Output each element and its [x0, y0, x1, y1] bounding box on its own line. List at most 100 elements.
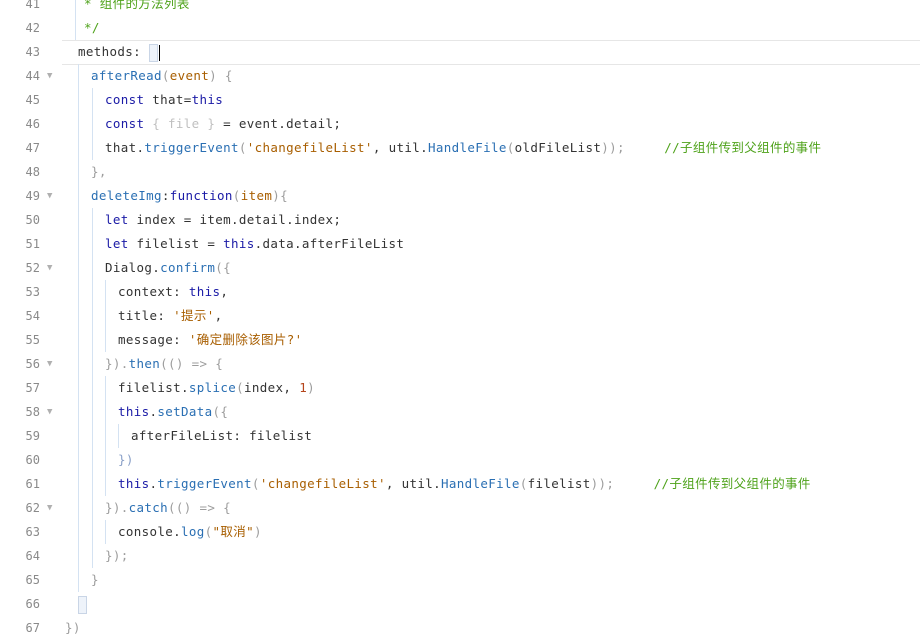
code-text[interactable]: afterFileList: filelist: [131, 424, 312, 448]
code-text[interactable]: that.triggerEvent('changefileList', util…: [105, 136, 821, 160]
code-token: (() => {: [160, 356, 224, 371]
fold-toggle-icon[interactable]: ▼: [47, 64, 59, 88]
code-token: */: [84, 20, 100, 35]
code-line-65[interactable]: 65}: [0, 568, 920, 592]
code-line-46[interactable]: 46 const { file } = event.detail;: [0, 112, 920, 136]
indent-guide: [78, 496, 79, 520]
code-token: ({: [215, 260, 232, 275]
code-line-66[interactable]: 66: [0, 592, 920, 616]
indent-guide: [92, 280, 93, 304]
indent-guide: [78, 424, 79, 448]
code-line-44[interactable]: 44 ▼ afterRead(event) {: [0, 64, 920, 88]
code-token: this: [223, 236, 255, 251]
code-line-59[interactable]: 59 afterFileList: filelist: [0, 424, 920, 448]
fold-toggle-icon[interactable]: ▼: [47, 400, 59, 424]
code-line-64[interactable]: 64});: [0, 544, 920, 568]
code-line-62[interactable]: 62 ▼}).catch(() => {: [0, 496, 920, 520]
code-text[interactable]: }).then(() => {: [105, 352, 223, 376]
code-token: }).: [105, 500, 129, 515]
code-text[interactable]: }): [65, 616, 81, 640]
code-text[interactable]: Dialog.confirm({: [105, 256, 231, 280]
code-line-56[interactable]: 56 ▼}).then(() => {: [0, 352, 920, 376]
code-line-41[interactable]: 41 * 组件的方法列表: [0, 0, 920, 16]
code-line-48[interactable]: 48},: [0, 160, 920, 184]
indent-guide: [78, 184, 79, 208]
code-text[interactable]: context: this,: [118, 280, 228, 304]
fold-toggle-icon[interactable]: ▼: [47, 352, 59, 376]
code-text[interactable]: methods:: [78, 40, 160, 64]
code-text[interactable]: }).catch(() => {: [105, 496, 231, 520]
code-text[interactable]: }): [118, 448, 134, 472]
code-text[interactable]: const that=this: [105, 88, 223, 112]
code-token: const: [105, 116, 153, 131]
indent-guide: [105, 400, 106, 424]
code-line-42[interactable]: 42 */: [0, 16, 920, 40]
fold-toggle-icon[interactable]: ▼: [47, 184, 59, 208]
code-text[interactable]: afterRead(event) {: [91, 64, 233, 88]
code-editor[interactable]: 41 * 组件的方法列表 42 */43 methods: 44 ▼ afterRead(e…: [0, 0, 920, 644]
line-number: 45: [25, 93, 40, 107]
code-line-43[interactable]: 43 methods:: [0, 40, 920, 65]
indent-guide: [92, 400, 93, 424]
fold-toggle-icon[interactable]: ▼: [47, 256, 59, 280]
code-text[interactable]: const { file } = event.detail;: [105, 112, 341, 136]
indent-guide: [78, 280, 79, 304]
code-token: * 组件的方法列表: [84, 0, 190, 11]
code-token: this: [118, 476, 150, 491]
code-line-53[interactable]: 53 context: this,: [0, 280, 920, 304]
indent-guide: [105, 472, 106, 496]
line-number: 56: [25, 357, 40, 371]
code-token: triggerEvent: [157, 476, 252, 491]
code-token: event: [169, 68, 210, 83]
code-text[interactable]: [78, 592, 87, 616]
indent-guide: [78, 376, 79, 400]
code-token: (() => {: [168, 500, 232, 515]
code-line-60[interactable]: 60}): [0, 448, 920, 472]
code-text[interactable]: console.log("取消"): [118, 520, 262, 544]
code-line-45[interactable]: 45 const that=this: [0, 88, 920, 112]
code-token: title:: [118, 308, 174, 323]
code-line-52[interactable]: 52 ▼ Dialog.confirm({: [0, 256, 920, 280]
code-line-47[interactable]: 47 that.triggerEvent('changefileList', ut…: [0, 136, 920, 160]
code-line-55[interactable]: 55 message: '确定删除该图片?': [0, 328, 920, 352]
code-line-54[interactable]: 54 title: '提示',: [0, 304, 920, 328]
code-text[interactable]: title: '提示',: [118, 304, 222, 328]
code-line-51[interactable]: 51 let filelist = this.data.afterFileList: [0, 232, 920, 256]
code-text[interactable]: */: [84, 16, 100, 40]
code-text[interactable]: * 组件的方法列表: [84, 0, 190, 16]
indent-guide: [105, 376, 106, 400]
code-text[interactable]: }: [91, 568, 99, 592]
code-token: }).: [105, 356, 129, 371]
code-text[interactable]: let index = item.detail.index;: [105, 208, 341, 232]
code-line-57[interactable]: 57 filelist.splice(index, 1): [0, 376, 920, 400]
code-token: then: [128, 356, 161, 371]
code-token: (: [204, 524, 213, 539]
code-line-58[interactable]: 58 ▼ this.setData({: [0, 400, 920, 424]
code-text[interactable]: this.setData({: [118, 400, 228, 424]
code-token: HandleFile: [440, 476, 520, 491]
code-text[interactable]: deleteImg:function(item){: [91, 184, 288, 208]
code-token: { file }: [152, 116, 224, 131]
code-text[interactable]: let filelist = this.data.afterFileList: [105, 232, 404, 256]
code-token: const: [105, 92, 153, 107]
code-text[interactable]: this.triggerEvent('changefileList', util…: [118, 472, 811, 496]
code-token: });: [105, 548, 129, 563]
code-text[interactable]: },: [91, 160, 107, 184]
code-line-50[interactable]: 50 let index = item.detail.index;: [0, 208, 920, 232]
code-line-49[interactable]: 49 ▼ deleteImg:function(item){: [0, 184, 920, 208]
code-line-63[interactable]: 63 console.log("取消"): [0, 520, 920, 544]
indent-guide: [78, 520, 79, 544]
indent-guide: [78, 232, 79, 256]
code-token: = event.detail;: [223, 116, 342, 131]
indent-guide: [78, 472, 79, 496]
code-line-61[interactable]: 61 this.triggerEvent('changefileList', ut…: [0, 472, 920, 496]
code-token: .data.afterFileList: [254, 236, 405, 251]
code-line-67[interactable]: 67}): [0, 616, 920, 640]
code-text[interactable]: message: '确定删除该图片?': [118, 328, 302, 352]
code-text[interactable]: filelist.splice(index, 1): [118, 376, 315, 400]
code-token: afterFileList: filelist: [131, 428, 313, 443]
code-token: (: [519, 476, 528, 491]
code-text[interactable]: });: [105, 544, 129, 568]
fold-toggle-icon[interactable]: ▼: [47, 496, 59, 520]
indent-guide: [75, 16, 76, 40]
